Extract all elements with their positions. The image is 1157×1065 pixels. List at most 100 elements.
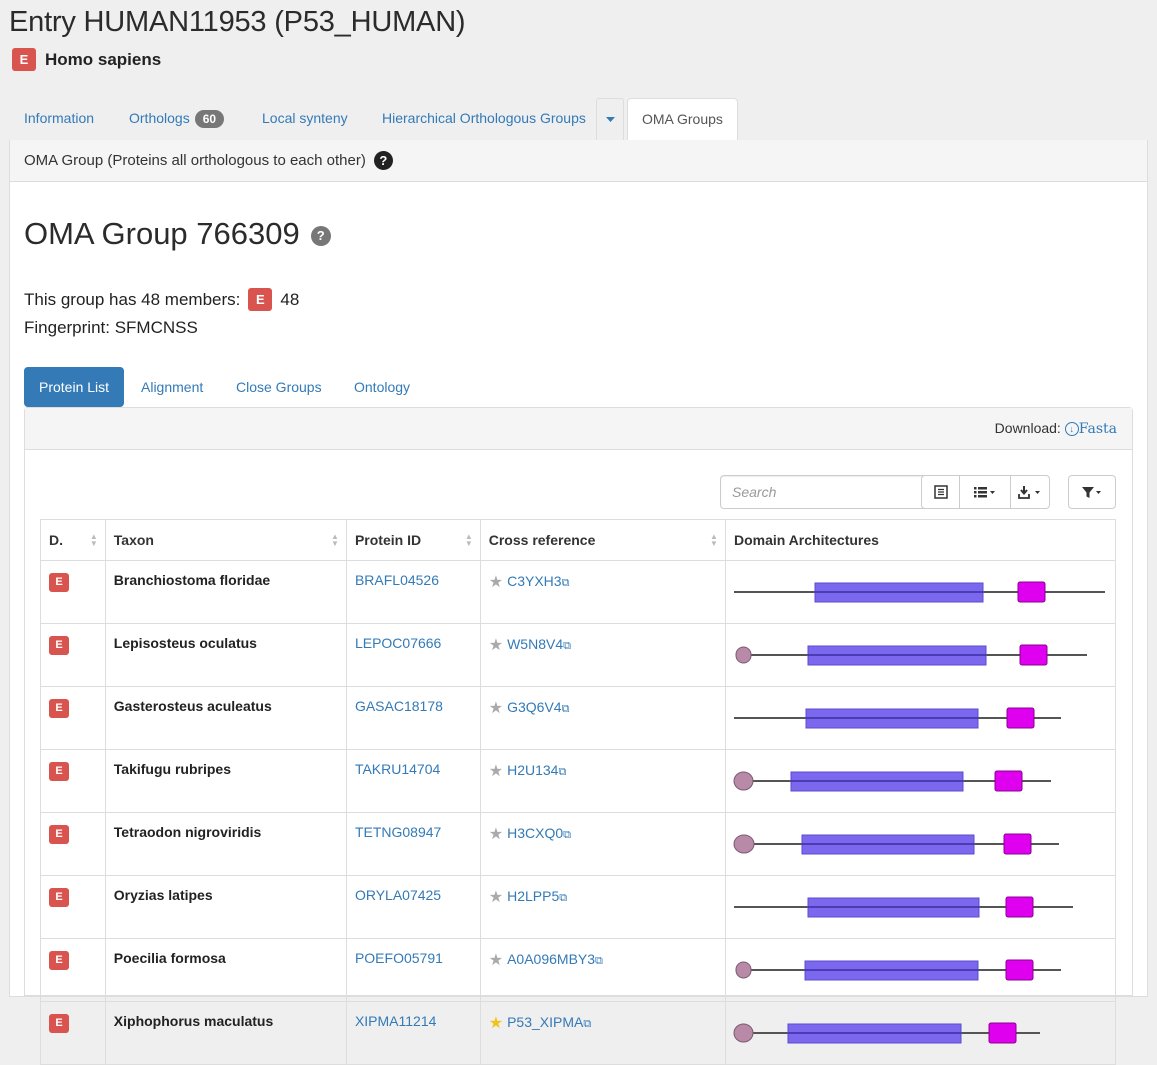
search-input[interactable] [720, 475, 939, 509]
external-link-icon: ⧉ [558, 766, 567, 778]
tab-close-groups[interactable]: Close Groups [236, 367, 322, 407]
table-row: E Oryzias latipes ORYLA07425 ★ H2LPP5⧉ [40, 875, 1117, 939]
kingdom-cell: E [40, 1001, 106, 1065]
domain-architecture-graphic [733, 770, 1051, 791]
domain-tail [1019, 644, 1048, 665]
taxon-cell: Xiphophorus maculatus [104, 1001, 347, 1065]
cross-reference-link[interactable]: H2LPP5 [507, 888, 559, 904]
members-count: 48 [280, 289, 300, 309]
domain-architecture-graphic [733, 896, 1073, 917]
caret-down-icon [605, 117, 615, 123]
header-d[interactable]: D. ▲ ▼ [40, 519, 106, 561]
domain-tail [1006, 707, 1035, 728]
kingdom-badge: E [49, 698, 69, 718]
table-row: E Gasterosteus aculeatus GASAC18178 ★ G3Q… [40, 686, 1117, 750]
fasta-download-link[interactable]: Fasta [1079, 421, 1117, 437]
cross-reference-link[interactable]: W5N8V4 [507, 636, 563, 652]
star-icon: ★ [488, 952, 504, 969]
kingdom-badge: E [49, 761, 69, 781]
download: Download: ↓ Fasta [994, 420, 1117, 437]
hogs-dropdown-toggle[interactable] [596, 98, 624, 140]
cross-reference-link[interactable]: H2U134 [507, 762, 558, 778]
group-title: OMA Group 766309 ? [24, 216, 331, 252]
domain-tail [1005, 896, 1034, 917]
star-icon: ★ [488, 574, 504, 591]
protein-id-link[interactable]: TETNG08947 [355, 824, 441, 840]
tab-ontology[interactable]: Ontology [354, 367, 410, 407]
header-taxon[interactable]: Taxon ▲ ▼ [104, 519, 347, 561]
kingdom-cell: E [40, 686, 106, 750]
domain-tail [988, 1022, 1017, 1043]
domain-architecture-cell [724, 875, 1117, 939]
cross-reference-cell: ★ C3YXH3⧉ [479, 560, 726, 624]
help-icon[interactable]: ? [373, 151, 393, 170]
list-view-button[interactable] [922, 476, 961, 508]
taxon-cell: Lepisosteus oculatus [104, 623, 347, 687]
tab-hogs[interactable]: Hierarchical Orthologous Groups [382, 98, 586, 139]
taxon-name: Branchiostoma floridae [113, 572, 271, 588]
columns-button[interactable] [960, 476, 1011, 508]
tab-information[interactable]: Information [24, 98, 94, 139]
header-cross-reference[interactable]: Cross reference ▲ ▼ [479, 519, 726, 561]
external-link-icon: ⧉ [563, 829, 571, 841]
protein-id-link[interactable]: LEPOC07666 [355, 635, 441, 651]
protein-id-link[interactable]: GASAC18178 [355, 698, 443, 714]
kingdom-cell: E [40, 560, 106, 624]
protein-id-link[interactable]: ORYLA07425 [355, 887, 441, 903]
group-help-icon[interactable]: ? [310, 225, 331, 246]
protein-table: D. ▲ ▼ Taxon ▲ ▼ Protein ID ▲ ▼ Cross referenc… [40, 519, 1117, 1065]
protein-id-cell: BRAFL04526 [345, 560, 481, 624]
protein-id-cell: ORYLA07425 [345, 875, 481, 939]
entry-title: Entry HUMAN11953 (P53_HUMAN) [9, 6, 466, 38]
kingdom-badge: E [49, 887, 69, 907]
taxon-cell: Gasterosteus aculeatus [104, 686, 347, 750]
protein-id-link[interactable]: BRAFL04526 [355, 572, 439, 588]
list-view-icon [933, 485, 948, 499]
kingdom-cell: E [40, 812, 106, 876]
tab-orthologs[interactable]: Orthologs 60 [129, 98, 225, 139]
kingdom-badge: E [49, 824, 69, 844]
external-link-icon: ⧉ [563, 640, 571, 652]
domain-head [733, 771, 754, 790]
cross-reference-cell: ★ A0A096MBY3⧉ [479, 938, 726, 1002]
cross-reference-link[interactable]: A0A096MBY3 [507, 951, 595, 967]
domain-architecture-cell [724, 749, 1117, 813]
cross-reference-link[interactable]: C3YXH3 [507, 573, 561, 589]
protein-id-link[interactable]: XIPMA11214 [355, 1013, 436, 1029]
external-link-icon: ⧉ [559, 892, 568, 904]
cross-reference-link[interactable]: H3CXQ0 [507, 825, 563, 841]
panel-heading: OMA Group (Proteins all orthologous to e… [10, 140, 1147, 182]
oma-group-panel: OMA Group (Proteins all orthologous to e… [9, 140, 1148, 1065]
species-name: Homo sapiens [45, 49, 162, 69]
protein-id-link[interactable]: POEFO05791 [355, 950, 443, 966]
taxon-cell: Oryzias latipes [104, 875, 347, 939]
kingdom-cell: E [40, 875, 106, 939]
columns-icon [974, 487, 996, 498]
tab-alignment[interactable]: Alignment [141, 367, 203, 407]
kingdom-cell: E [40, 938, 106, 1002]
taxon-name: Xiphophorus maculatus [113, 1013, 274, 1029]
cross-reference-link[interactable]: P53_XIPMA [507, 1014, 583, 1030]
cross-reference-link[interactable]: G3Q6V4 [507, 699, 561, 715]
tab-oma-groups[interactable]: OMA Groups [627, 98, 738, 142]
cross-reference-cell: ★ H2U134⧉ [479, 749, 726, 813]
filter-button[interactable] [1069, 476, 1115, 508]
taxon-name: Poecilia formosa [113, 950, 226, 966]
view-button-group [921, 475, 1050, 509]
cross-reference-cell: ★ W5N8V4⧉ [479, 623, 726, 687]
taxon-name: Lepisosteus oculatus [113, 635, 257, 651]
taxon-name: Gasterosteus aculeatus [113, 698, 272, 714]
sort-icon: ▲ ▼ [89, 532, 98, 548]
header-protein-id[interactable]: Protein ID ▲ ▼ [345, 519, 481, 561]
protein-id-link[interactable]: TAKRU14704 [355, 761, 440, 777]
protein-id-cell: LEPOC07666 [345, 623, 481, 687]
table-row: E Lepisosteus oculatus LEPOC07666 ★ W5N8V… [40, 623, 1117, 687]
table-row: E Xiphophorus maculatus XIPMA11214 ★ P53_… [40, 1001, 1117, 1065]
export-button[interactable] [1011, 476, 1049, 508]
species-row: E Homo sapiens [12, 48, 161, 71]
table-row: E Tetraodon nigroviridis TETNG08947 ★ H3C… [40, 812, 1117, 876]
header-domain-architectures: Domain Architectures [724, 519, 1117, 561]
tab-protein-list[interactable]: Protein List [24, 367, 125, 407]
filter-icon [1082, 486, 1101, 498]
tab-local-synteny[interactable]: Local synteny [262, 98, 348, 139]
